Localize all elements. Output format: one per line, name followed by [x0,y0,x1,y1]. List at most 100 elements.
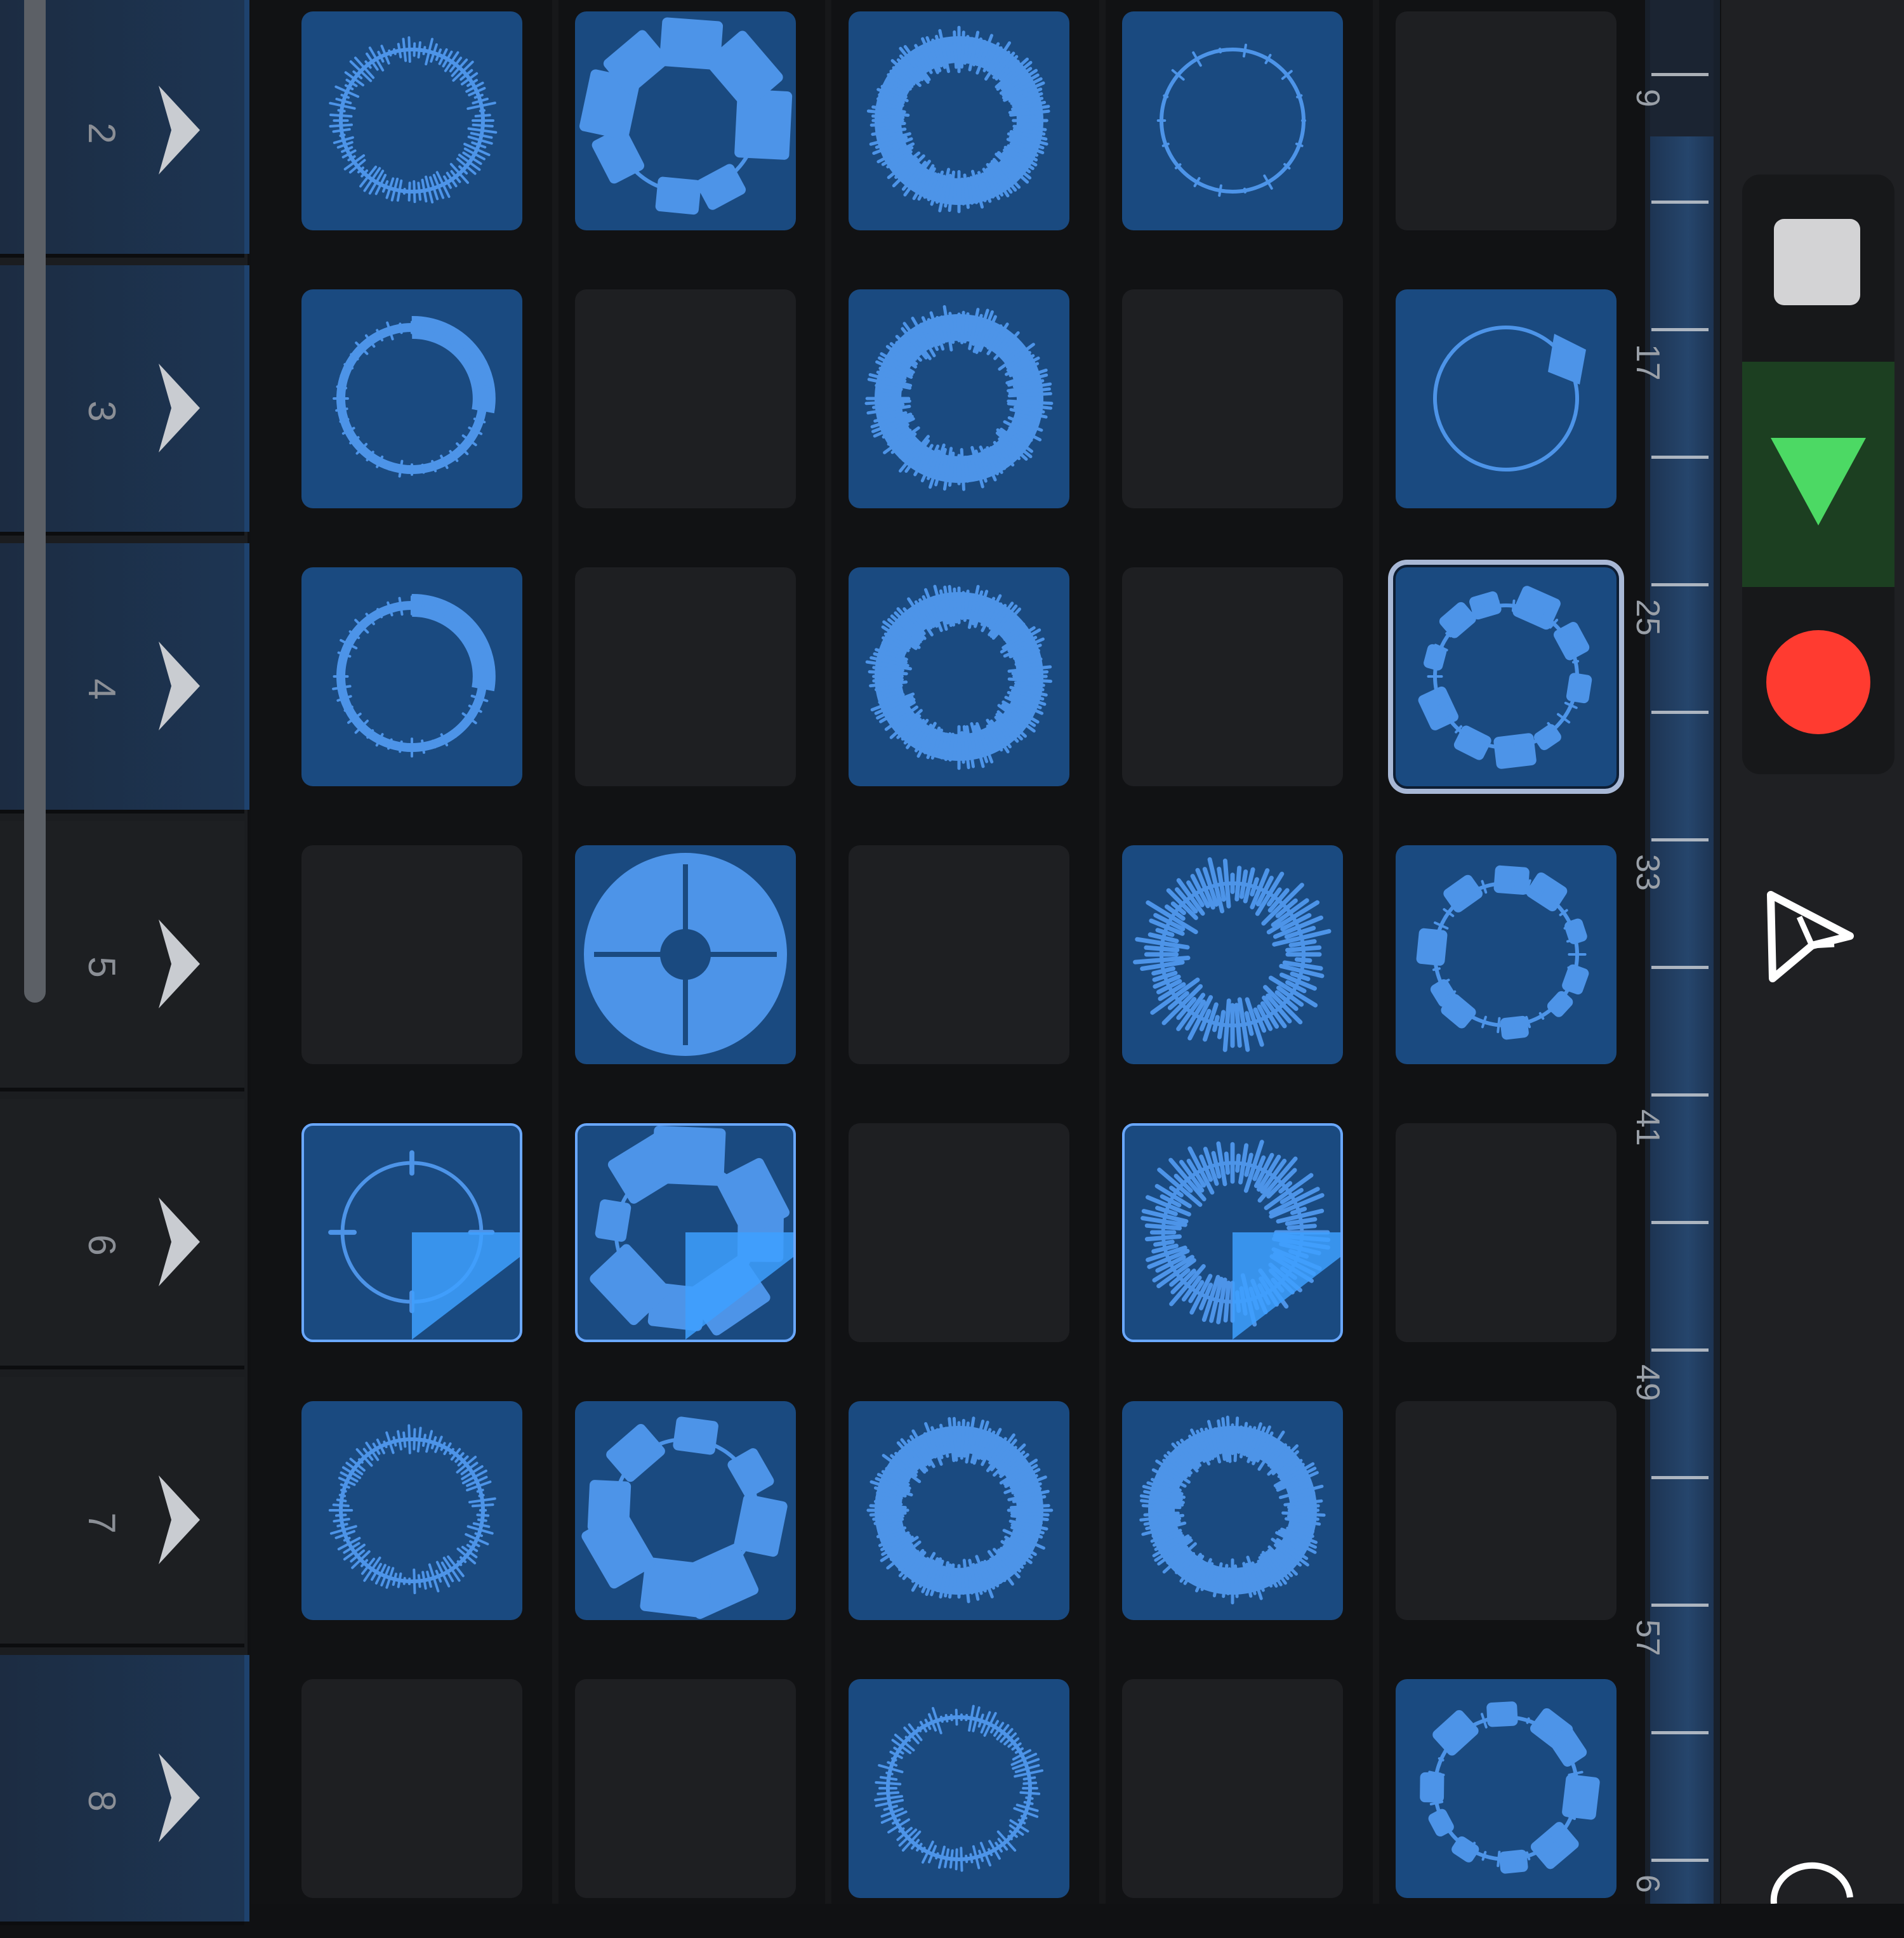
undo-arc-icon [1770,1862,1853,1904]
loop-cell[interactable] [301,11,522,230]
loop-cell[interactable] [1122,11,1343,230]
timeline-tick [1651,201,1709,204]
stop-button[interactable] [1742,175,1894,359]
column-separator [1099,0,1106,1904]
timeline-tick [1651,711,1709,714]
column-separator [1373,0,1379,1904]
empty-cell[interactable] [1122,1679,1343,1898]
empty-cell[interactable] [575,567,796,786]
scene-trigger-7[interactable]: 7 [0,1377,244,1647]
timeline-tick [1651,1731,1709,1734]
empty-cell[interactable] [1396,1123,1616,1342]
scene-number: 2 [81,122,123,144]
timeline-tick [1651,456,1709,459]
loop-cell[interactable] [1122,1123,1343,1342]
square-stop-icon [1774,219,1860,305]
timeline-tick [1651,966,1709,969]
waveform-icon [1420,1701,1600,1874]
empty-cell[interactable] [1122,567,1343,786]
chevron-right-icon [159,642,200,730]
timeline-bar-label: 57 [1629,1619,1666,1656]
timeline-bar-label: 17 [1629,344,1666,381]
timeline-tick [1651,1476,1709,1479]
loop-cell[interactable] [1396,567,1616,786]
scene-trigger-panel: 2 3 4 5 6 7 8 [0,0,249,1925]
timeline-tick [1651,73,1709,76]
loop-cell[interactable] [849,289,1069,508]
loop-cell[interactable] [849,11,1069,230]
timeline-bar-label: 6 [1629,1875,1666,1893]
timeline-tick [1651,1221,1709,1224]
playhead-progress [1233,1232,1340,1340]
waveform-icon [328,1424,496,1595]
column-separator [825,0,831,1904]
empty-cell[interactable] [301,1679,522,1898]
loop-cell[interactable] [301,1401,522,1620]
timeline-ruler[interactable]: 9 17 25 33 41 49 57 6 [1629,0,1720,1904]
waveform-icon [333,315,496,478]
timeline-tick [1651,1093,1709,1097]
empty-cell[interactable] [849,1123,1069,1342]
empty-cell[interactable] [575,1679,796,1898]
waveform-icon [1156,43,1306,197]
waveform-icon [866,1416,1054,1604]
loop-cell[interactable] [575,1401,796,1620]
loop-cell[interactable] [849,1401,1069,1620]
scene-number: 6 [81,1234,123,1256]
timeline-tick [1651,838,1709,841]
empty-cell[interactable] [1396,11,1616,230]
waveform-icon [1433,326,1586,471]
scene-trigger-8[interactable]: 8 [0,1655,249,1925]
scene-number: 8 [81,1790,123,1812]
loop-cell[interactable] [1122,1401,1343,1620]
timeline-bar-label: 41 [1629,1109,1666,1146]
loop-cell[interactable] [1396,1679,1616,1898]
timeline-tick [1651,1348,1709,1352]
waveform-icon [1416,865,1589,1040]
loop-cell[interactable] [575,845,796,1064]
empty-cell[interactable] [849,845,1069,1064]
timeline-tick [1651,1859,1709,1862]
waveform-icon [581,1416,788,1619]
waveform-icon [866,25,1050,213]
waveform-icon [1418,586,1592,769]
chevron-right-icon [159,364,200,452]
timeline-track [1650,0,1714,1904]
loop-cell[interactable] [849,567,1069,786]
timeline-tick [1651,583,1709,586]
loop-cell[interactable] [575,1123,796,1342]
circle-record-icon [1766,630,1870,734]
loop-cell[interactable] [301,567,522,786]
empty-cell[interactable] [1122,289,1343,508]
play-button[interactable] [1742,362,1894,587]
chevron-right-icon [159,86,200,175]
scene-number: 4 [81,678,123,700]
loop-cell[interactable] [575,11,796,230]
loop-cell[interactable] [301,289,522,508]
transport-controls [1742,175,1894,774]
waveform-icon [584,853,787,1056]
waveform-icon [865,584,1052,770]
empty-cell[interactable] [1396,1401,1616,1620]
pointer-tool-button[interactable] [1761,882,1863,990]
pointer-arrow-icon [1767,891,1854,982]
playhead-progress [412,1232,520,1340]
waveform-icon [864,305,1054,491]
chevron-right-icon [159,1197,200,1286]
undo-button[interactable] [1761,1859,1856,1904]
chevron-right-icon [159,1753,200,1842]
loop-cell[interactable] [301,1123,522,1342]
scene-scrollbar[interactable] [24,0,46,1003]
empty-cell[interactable] [575,289,796,508]
loop-cell[interactable] [1396,845,1616,1064]
loop-cell[interactable] [1396,289,1616,508]
record-button[interactable] [1742,590,1894,774]
column-separator [552,0,559,1904]
empty-cell[interactable] [301,845,522,1064]
timeline-tick [1651,328,1709,331]
loop-cell[interactable] [849,1679,1069,1898]
scene-number: 7 [81,1512,123,1534]
loop-cell[interactable] [1122,845,1343,1064]
scene-trigger-6[interactable]: 6 [0,1099,244,1369]
waveform-icon [1139,1415,1326,1605]
